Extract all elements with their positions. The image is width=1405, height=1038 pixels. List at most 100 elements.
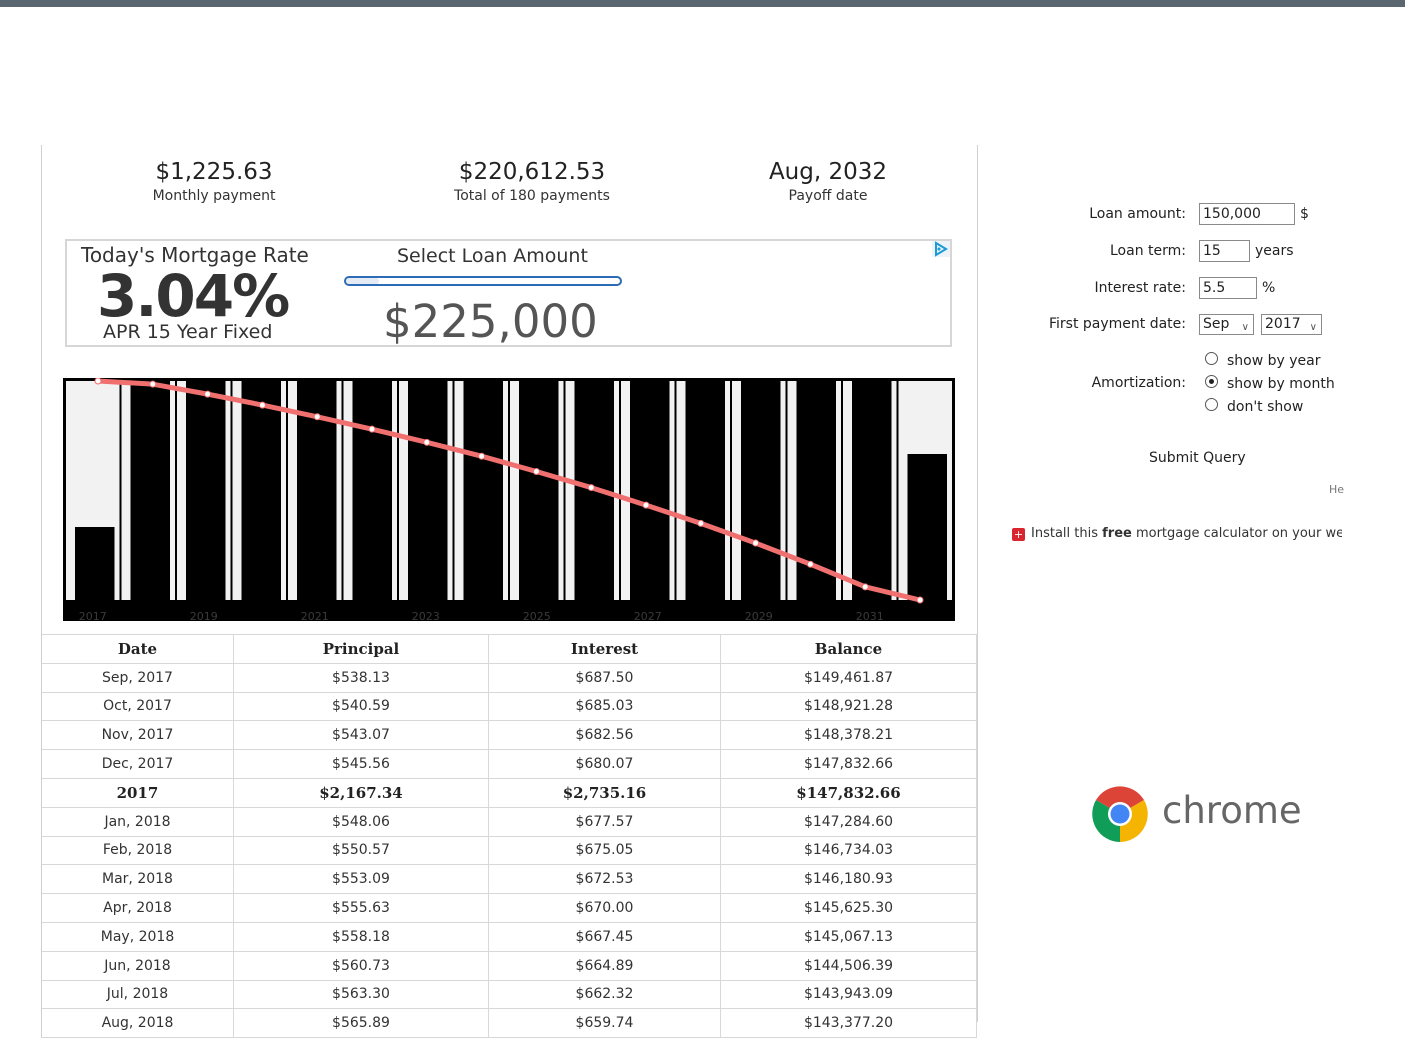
column-header-date: Date (41, 634, 234, 664)
table-row: May, 2018 $558.18 $667.45 $145,067.13 (41, 921, 977, 952)
balance-cell: $143,377.20 (720, 1008, 977, 1038)
amortization-radio-year[interactable] (1205, 352, 1218, 365)
payoff-date-summary: Aug, 2032 Payoff date (748, 157, 908, 205)
table-row: Mar, 2018 $553.09 $672.53 $146,180.93 (41, 864, 977, 895)
chart-tick-label: 2017 (79, 610, 107, 621)
principal-cell: $543.07 (233, 720, 489, 751)
balance-cell: $148,921.28 (720, 691, 977, 722)
interest-cell: $685.03 (488, 691, 721, 722)
loan-amount-label: Loan amount: (1089, 206, 1186, 222)
interest-cell: $677.57 (488, 806, 721, 837)
chart-balance-point-2024 (478, 452, 486, 460)
chart-bar-2022 (352, 381, 392, 600)
date-cell: Sep, 2017 (41, 662, 234, 693)
principal-cell: $545.56 (233, 749, 489, 779)
install-bold: free (1102, 526, 1132, 541)
loan-term-unit: years (1255, 243, 1294, 259)
chart-tick-label: 2031 (856, 610, 884, 621)
table-row: Sep, 2017 $538.13 $687.50 $149,461.87 (41, 662, 977, 693)
balance-cell: $144,506.39 (720, 950, 977, 981)
mortgage-calculator-form: Loan amount: 150,000 $ Loan term: 15 yea… (1000, 195, 1345, 575)
principal-cell: $563.30 (233, 979, 489, 1010)
interest-cell: $667.45 (488, 921, 721, 952)
help-link[interactable]: He (1329, 483, 1345, 496)
table-row: Apr, 2018 $555.63 $670.00 $145,625.30 (41, 893, 977, 923)
principal-cell: $548.06 (233, 806, 489, 837)
date-cell: Apr, 2018 (41, 893, 234, 923)
chart-bar-2032 (907, 454, 947, 600)
interest-rate-input[interactable]: 5.5 (1199, 277, 1257, 299)
chart-tick-label: 2027 (634, 610, 662, 621)
table-year-total-row: 2017 $2,167.34 $2,735.16 $147,832.66 (41, 777, 977, 808)
date-cell: Nov, 2017 (41, 720, 234, 751)
first-payment-label: First payment date: (1048, 316, 1186, 332)
install-calculator-link[interactable]: + Install this free mortgage calculator o… (1012, 526, 1342, 541)
interest-cell: $662.32 (488, 979, 721, 1010)
amortization-option-none[interactable]: don't show (1227, 399, 1303, 415)
table-row: Jul, 2018 $563.30 $662.32 $143,943.09 (41, 979, 977, 1010)
payoff-date-value: Aug, 2032 (768, 159, 888, 185)
chart-tick-label: 2025 (523, 610, 551, 621)
chart-bar-2019 (186, 381, 226, 600)
adchoices-icon[interactable] (932, 241, 950, 257)
chrome-wordmark: chrome (1162, 789, 1302, 832)
chart-bar-2027 (630, 381, 670, 600)
monthly-payment-label: Monthly payment (152, 188, 276, 204)
principal-cell: $553.09 (233, 864, 489, 895)
amortization-radio-month[interactable] (1205, 375, 1218, 388)
date-cell: Oct, 2017 (41, 691, 234, 722)
interest-cell: $675.05 (488, 835, 721, 866)
loan-amount-unit: $ (1300, 206, 1309, 222)
chart-bar-2023 (408, 381, 448, 600)
principal-cell: $555.63 (233, 893, 489, 923)
ad-rate-value: 3.04% (97, 262, 290, 330)
date-cell: Jul, 2018 (41, 979, 234, 1010)
chart-balance-point-2019 (204, 390, 212, 398)
submit-query-button[interactable]: Submit Query (1149, 450, 1246, 466)
balance-cell: $143,943.09 (720, 979, 977, 1010)
interest-rate-unit: % (1262, 280, 1276, 296)
date-cell: May, 2018 (41, 921, 234, 952)
chart-balance-point-2028 (697, 519, 705, 527)
balance-cell: $146,734.03 (720, 835, 977, 866)
chart-bar-2029 (741, 381, 781, 600)
monthly-payment-value: $1,225.63 (155, 159, 273, 185)
loan-term-input[interactable]: 15 (1199, 240, 1250, 262)
balance-cell: $145,625.30 (720, 893, 977, 923)
chrome-ad[interactable]: chrome (1092, 786, 1302, 844)
chart-balance-point-2026 (587, 484, 595, 492)
principal-cell: $558.18 (233, 921, 489, 952)
interest-rate-label: Interest rate: (1094, 280, 1186, 296)
loan-amount-slider[interactable] (344, 276, 622, 286)
first-payment-year-select[interactable]: 2017 ∨ (1261, 314, 1322, 335)
chart-balance-point-2020 (258, 401, 266, 409)
interest-cell: $2,735.16 (488, 777, 721, 808)
principal-cell: $565.89 (233, 1008, 489, 1038)
principal-cell: $540.59 (233, 691, 489, 722)
ad-rate-subtitle: APR 15 Year Fixed (103, 321, 273, 343)
chrome-logo-icon (1092, 786, 1148, 842)
principal-cell: $2,167.34 (233, 777, 489, 808)
chart-balance-point-2032 (916, 596, 924, 604)
balance-cell: $146,180.93 (720, 864, 977, 895)
ad-loan-amount: $225,000 (383, 295, 598, 348)
loan-amount-input[interactable]: 150,000 (1199, 203, 1295, 225)
total-payments-label: Total of 180 payments (454, 188, 610, 204)
amortization-radio-none[interactable] (1205, 398, 1218, 411)
install-prefix: Install this (1031, 526, 1103, 541)
amortization-option-month[interactable]: show by month (1227, 376, 1335, 392)
table-row: Dec, 2017 $545.56 $680.07 $147,832.66 (41, 749, 977, 779)
chart-tick-label: 2029 (745, 610, 773, 621)
mortgage-rate-ad[interactable]: Today's Mortgage Rate 3.04% APR 15 Year … (65, 239, 952, 348)
interest-cell: $659.74 (488, 1008, 721, 1038)
chart-tick-label: 2021 (301, 610, 329, 621)
date-cell: 2017 (41, 777, 234, 808)
date-cell: Aug, 2018 (41, 1008, 234, 1038)
interest-cell: $682.56 (488, 720, 721, 751)
payoff-date-label: Payoff date (788, 188, 868, 204)
table-row: Aug, 2018 $565.89 $659.74 $143,377.20 (41, 1008, 977, 1038)
principal-cell: $560.73 (233, 950, 489, 981)
amortization-option-year[interactable]: show by year (1227, 353, 1321, 369)
balance-cell: $145,067.13 (720, 921, 977, 952)
first-payment-month-select[interactable]: Sep ∨ (1199, 314, 1254, 335)
